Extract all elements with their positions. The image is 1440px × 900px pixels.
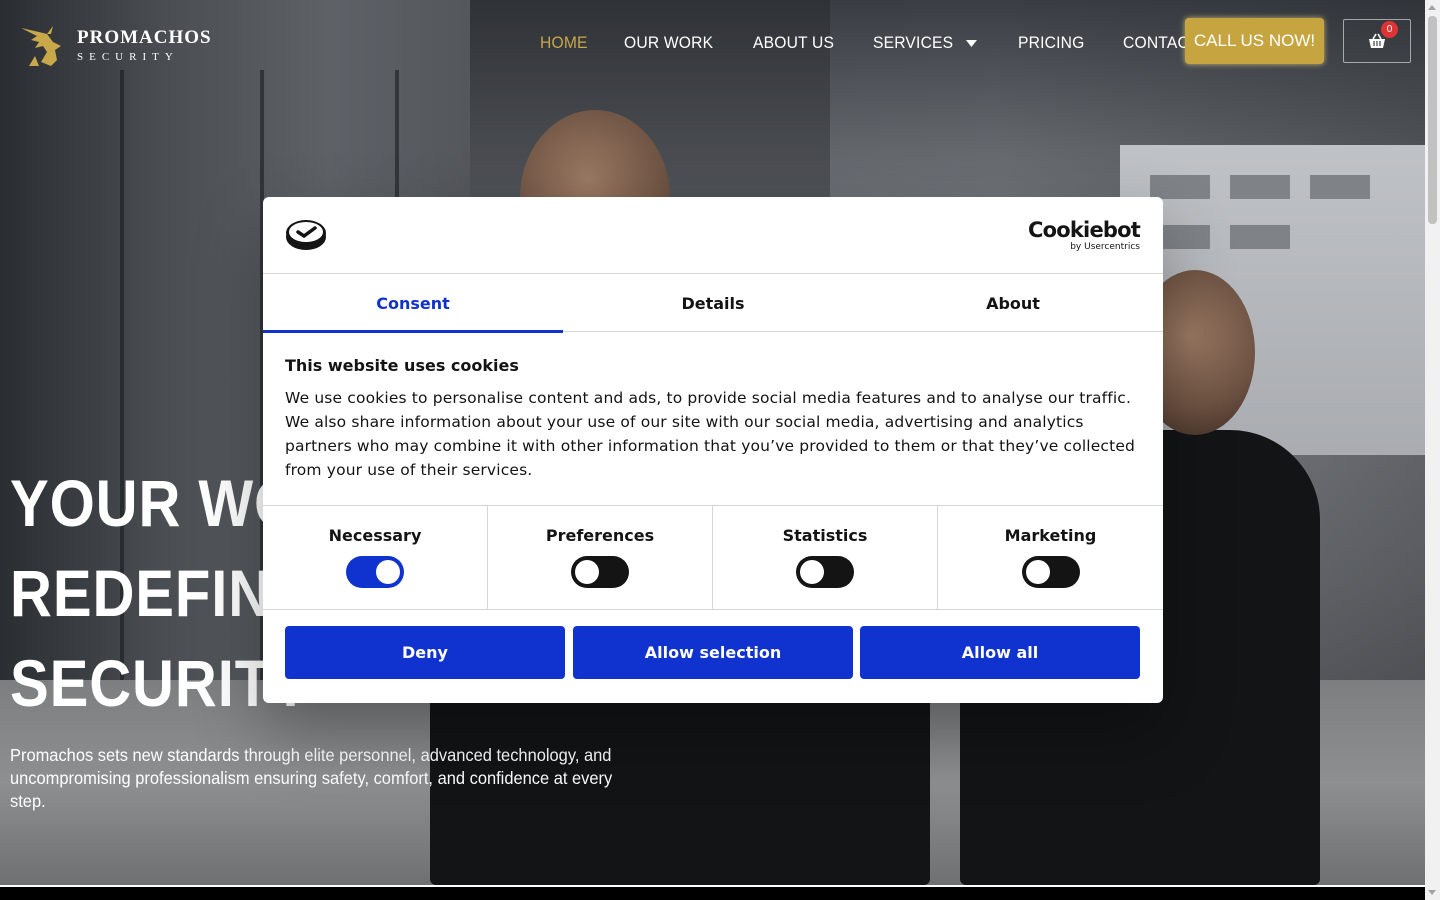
- category-necessary-label: Necessary: [328, 526, 422, 545]
- toggle-knob: [575, 560, 599, 584]
- cart-button[interactable]: 0: [1343, 19, 1411, 63]
- cookiebot-logo[interactable]: Cookiebot by Usercentrics: [1028, 218, 1141, 252]
- nav-item-about-us[interactable]: ABOUT US: [753, 33, 834, 53]
- cookie-tabs: Consent Details About: [263, 274, 1163, 333]
- main-nav: HOME OUR WORK ABOUT US SERVICES PRICING …: [540, 33, 1265, 53]
- tab-about[interactable]: About: [863, 274, 1163, 332]
- toggle-knob: [800, 560, 824, 584]
- brand-tagline: SECURITY: [77, 51, 179, 63]
- cart-count-badge: 0: [1381, 21, 1398, 38]
- nav-item-home[interactable]: HOME: [540, 33, 588, 53]
- category-preferences: Preferences: [488, 506, 713, 610]
- hero-description: Promachos sets new standards through eli…: [10, 744, 649, 813]
- tab-consent[interactable]: Consent: [263, 274, 563, 333]
- caret-down-icon[interactable]: [966, 40, 978, 48]
- marketing-toggle[interactable]: [1021, 556, 1080, 588]
- cookie-description: We use cookies to personalise content an…: [285, 389, 1136, 479]
- necessary-toggle[interactable]: [346, 556, 404, 588]
- cookiebot-by: by Usercentrics: [1070, 242, 1140, 252]
- nav-item-pricing[interactable]: PRICING: [1018, 33, 1084, 53]
- page-scrollbar[interactable]: [1425, 0, 1440, 900]
- category-marketing-label: Marketing: [1004, 526, 1097, 545]
- category-statistics: Statistics: [713, 506, 938, 610]
- statistics-toggle[interactable]: [796, 556, 854, 588]
- allow-selection-button[interactable]: Allow selection: [573, 626, 853, 679]
- hero-description-line-1: Promachos sets new standards through eli…: [10, 745, 612, 765]
- toggle-knob: [376, 560, 400, 584]
- nav-item-services[interactable]: SERVICES: [873, 33, 978, 53]
- tab-details[interactable]: Details: [563, 274, 863, 332]
- call-us-button[interactable]: CALL US NOW!: [1185, 18, 1324, 64]
- allow-all-button[interactable]: Allow all: [860, 626, 1140, 679]
- scrollbar-thumb[interactable]: [1428, 16, 1437, 224]
- cookie-categories: Necessary Preferences Statistics Marketi…: [263, 505, 1163, 610]
- cookie-heading: This website uses cookies: [285, 356, 519, 375]
- griffin-icon: [21, 26, 61, 66]
- brand-name: PROMACHOS: [77, 27, 212, 48]
- brand-wordmark: PROMACHOS SECURITY: [77, 28, 212, 64]
- cookie-icon: [286, 220, 326, 250]
- deny-button[interactable]: Deny: [285, 626, 565, 679]
- category-preferences-label: Preferences: [545, 526, 655, 545]
- site-header: PROMACHOS SECURITY HOME OUR WORK ABOUT U…: [0, 0, 1425, 88]
- cookiebot-name: Cookiebot: [1028, 218, 1141, 242]
- next-section-edge: [0, 885, 1425, 900]
- cookie-consent-dialog: Cookiebot by Usercentrics Consent Detail…: [263, 197, 1163, 703]
- preferences-toggle[interactable]: [571, 556, 629, 588]
- dialog-header: Cookiebot by Usercentrics: [263, 197, 1163, 274]
- toggle-knob: [1025, 560, 1050, 584]
- hero-description-line-2: uncompromising professionalism ensuring …: [10, 768, 613, 811]
- nav-item-our-work[interactable]: OUR WORK: [624, 33, 713, 53]
- scroll-up-icon[interactable]: [1428, 5, 1436, 10]
- brand-logo[interactable]: PROMACHOS SECURITY: [17, 22, 212, 70]
- category-statistics-label: Statistics: [782, 526, 868, 545]
- nav-item-services-label: SERVICES: [873, 33, 954, 52]
- scroll-down-icon[interactable]: [1428, 890, 1436, 895]
- category-necessary: Necessary: [263, 506, 488, 610]
- category-marketing: Marketing: [938, 506, 1163, 610]
